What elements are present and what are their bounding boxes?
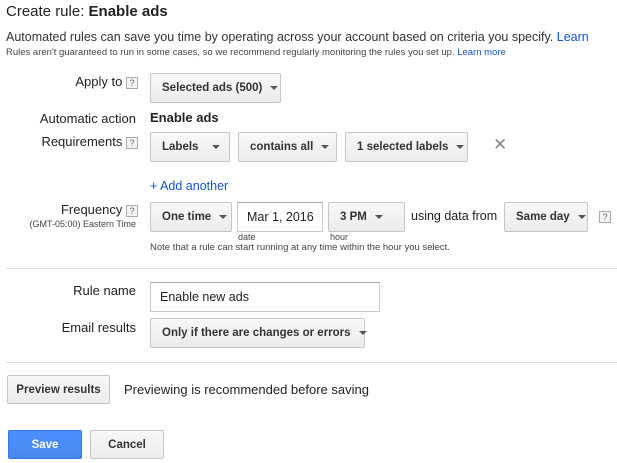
chevron-down-icon [374,215,383,219]
rule-name-label: Rule name [73,283,136,298]
rule-type-name: Enable ads [88,3,168,20]
apply-to-dropdown[interactable]: Selected ads (500) [150,73,281,103]
frequency-row: Frequency ? [40,202,138,217]
section-divider [6,362,617,363]
add-another-link[interactable]: + Add another [150,179,228,193]
email-results-value: Only if there are changes or errors [162,327,351,339]
chevron-down-icon [212,145,221,149]
requirement-field-value: Labels [162,141,199,153]
automatic-action-label: Automatic action [39,111,136,126]
requirement-operator-dropdown[interactable]: contains all [238,132,337,162]
apply-to-label: Apply to [75,74,123,89]
help-icon[interactable]: ? [599,211,611,223]
disclaimer-description: Rules aren't guaranteed to run in some c… [6,47,458,58]
learn-link[interactable]: Learn [557,30,589,44]
section-divider [6,268,617,269]
help-icon[interactable]: ? [126,136,138,149]
page-title: Create rule: Enable ads [6,3,168,20]
preview-results-button[interactable]: Preview results [7,375,110,404]
help-icon[interactable]: ? [126,204,138,217]
automatic-action-value: Enable ads [150,110,219,125]
preview-hint: Previewing is recommended before saving [124,382,369,397]
save-button[interactable]: Save [8,430,82,459]
chevron-down-icon [270,86,279,90]
email-results-dropdown[interactable]: Only if there are changes or errors [150,318,367,348]
requirement-operator-value: contains all [250,141,314,153]
date-input[interactable]: Mar 1, 2016 [237,202,323,232]
requirement-value: 1 selected labels [357,141,449,153]
requirement-value-dropdown[interactable]: 1 selected labels [345,132,468,162]
frequency-mode-dropdown[interactable]: One time [150,202,232,232]
requirements-row: Requirements ? [30,134,138,149]
rule-name-input[interactable]: Enable new ads [150,282,380,312]
frequency-note: Note that a rule can start running at an… [150,242,450,253]
chevron-down-icon [358,331,367,335]
timezone-label: (GMT-05:00) Eastern Time [29,219,136,229]
requirements-label: Requirements [41,134,123,149]
chevron-down-icon [219,215,228,219]
hour-dropdown[interactable]: 3 PM [328,202,405,232]
learn-more-link[interactable]: Learn more [457,47,506,58]
intro-text: Automated rules can save you time by ope… [6,30,589,44]
help-icon[interactable]: ? [126,76,138,89]
email-results-label: Email results [61,320,136,335]
remove-requirement-icon[interactable]: ✕ [493,135,507,155]
using-data-label: using data from [411,209,498,223]
apply-to-value: Selected ads (500) [162,82,263,94]
intro-description: Automated rules can save you time by ope… [6,30,557,44]
data-range-value: Same day [516,211,570,223]
date-caption: date [238,232,256,242]
requirement-field-dropdown[interactable]: Labels [150,132,230,162]
hour-value: 3 PM [340,211,367,223]
title-prefix: Create rule: [6,3,89,20]
frequency-label: Frequency [60,202,123,217]
disclaimer-text: Rules aren't guaranteed to run in some c… [6,47,506,58]
frequency-mode-value: One time [162,211,212,223]
apply-to-row: Apply to ? [60,74,138,89]
data-range-dropdown[interactable]: Same day [504,202,588,232]
chevron-down-icon [577,215,586,219]
cancel-button[interactable]: Cancel [90,430,164,459]
chevron-down-icon [321,145,330,149]
chevron-down-icon [456,145,465,149]
hour-caption: hour [330,232,349,242]
